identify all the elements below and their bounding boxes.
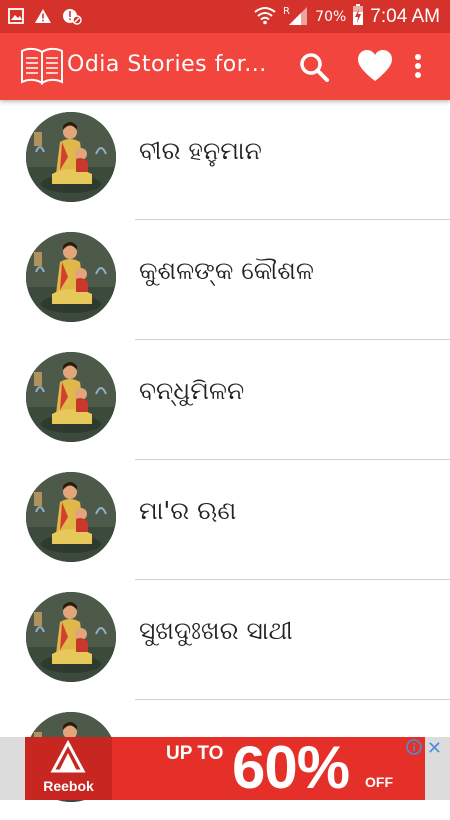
ad-banner[interactable]: Reebok UP TO 60% OFF ✕ — [0, 737, 450, 800]
story-title: ବନ୍ଧୁମିଳନ — [139, 376, 245, 405]
heart-icon[interactable] — [357, 49, 393, 87]
ad-creative[interactable]: Reebok UP TO 60% OFF — [25, 737, 425, 800]
story-thumbnail — [26, 232, 116, 322]
ad-off: OFF — [365, 774, 393, 790]
app-bar: Odia Stories for... — [0, 33, 450, 100]
list-item[interactable]: ସୁଖଦୁଃଖର ସାଥୀ — [0, 580, 450, 700]
status-bar: R 70% 7:04 AM — [0, 0, 450, 33]
book-icon — [20, 46, 64, 90]
wifi-icon — [253, 5, 277, 29]
search-icon[interactable] — [298, 51, 330, 87]
ad-brand: Reebok — [43, 778, 94, 794]
story-title: ସୁଖଦୁଃଖର ସାଥୀ — [139, 616, 293, 645]
blocked-icon — [62, 7, 82, 29]
ad-upto: UP TO — [166, 743, 224, 764]
app-title: Odia Stories for... — [67, 52, 267, 77]
story-thumbnail — [26, 112, 116, 202]
story-title: ମା'ର ଋଣ — [139, 496, 237, 525]
list-item[interactable]: କୁଶଳଙ୍କ କୌଶଳ — [0, 220, 450, 340]
brand-logo: Reebok — [25, 737, 112, 800]
list-item[interactable]: ବୀର ହନୁମାନ — [0, 100, 450, 220]
close-icon[interactable]: ✕ — [427, 738, 442, 759]
story-thumbnail — [26, 352, 116, 442]
image-icon — [8, 8, 24, 28]
list-item[interactable]: ମା'ର ଋଣ — [0, 460, 450, 580]
more-vert-icon[interactable] — [414, 53, 422, 83]
story-thumbnail — [26, 592, 116, 682]
battery-charging-icon — [352, 4, 364, 30]
roaming-signal-icon: R — [283, 4, 309, 30]
story-thumbnail — [26, 472, 116, 562]
warning-icon — [34, 8, 52, 28]
clock: 7:04 AM — [370, 6, 440, 27]
battery-percent: 70% — [315, 9, 347, 25]
story-title: ବୀର ହନୁମାନ — [139, 136, 262, 165]
list-item[interactable]: ବନ୍ଧୁମିଳନ — [0, 340, 450, 460]
story-title: କୁଶଳଙ୍କ କୌଶଳ — [139, 256, 314, 285]
ad-percent: 60% — [232, 737, 350, 800]
story-list: ବୀର ହନୁମାନ କୁଶଳଙ୍କ କୌଶଳ ବନ୍ଧୁମିଳନ ମା'ର ଋ… — [0, 100, 450, 820]
svg-text:R: R — [283, 6, 290, 17]
info-icon[interactable] — [406, 739, 422, 759]
